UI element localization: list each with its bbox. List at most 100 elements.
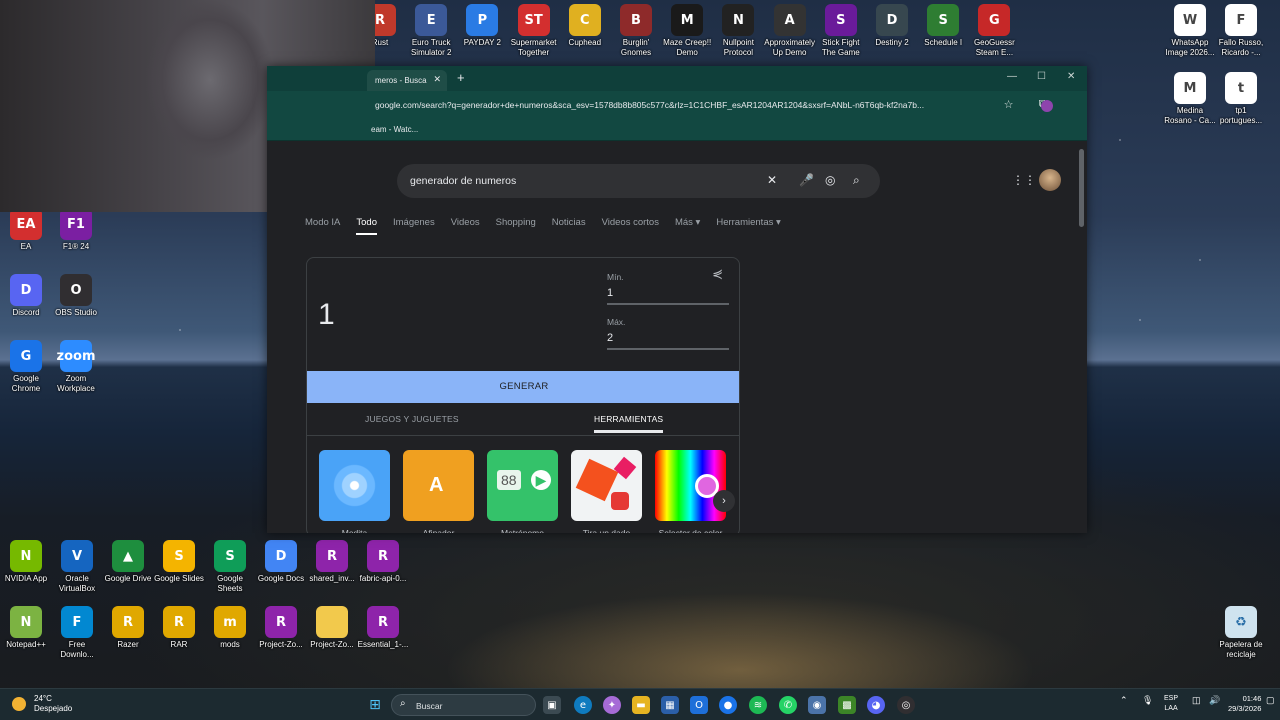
desktop-icon[interactable]: O OBS Studio [50,274,102,318]
close-window-icon[interactable]: ✕ [1067,71,1075,82]
desktop-icon[interactable]: S Google Slides [153,540,205,584]
desktop-icon[interactable]: Project-Zo... [306,606,358,650]
desktop-icon[interactable]: A Approximately Up Demo [764,4,816,58]
desktop-icon[interactable]: ▲ Google Drive [102,540,154,584]
search-icon[interactable]: ⌕ [853,173,860,188]
desktop-icon[interactable]: S Schedule I [917,4,969,48]
scrollbar-thumb[interactable] [1079,149,1084,227]
clear-search-icon[interactable]: ✕ [767,173,777,187]
desktop-icon[interactable]: W WhatsApp Image 2026... [1164,4,1216,58]
desktop-icon[interactable]: B Burglin' Gnomes [610,4,662,58]
desktop-icon[interactable]: M Maze Creep!! Demo [661,4,713,58]
desktop-icon[interactable]: F Free Downlo... [51,606,103,660]
task-view-icon[interactable]: ▣ [543,696,561,714]
desktop-icon[interactable]: R Project-Zo... [255,606,307,650]
desktop-icon[interactable]: ST Supermarket Together [508,4,560,58]
desktop-icon[interactable]: D Google Docs [255,540,307,584]
filter-tab[interactable]: Todo [356,217,377,235]
microphone-icon[interactable]: 🎙 [1142,695,1153,706]
page-scrollbar[interactable] [1077,141,1087,533]
notifications-icon[interactable]: ▢ [1266,695,1275,706]
filter-tab[interactable]: Noticias [552,217,586,235]
desktop-icon[interactable]: zoom Zoom Workplace [50,340,102,394]
app-icon[interactable]: ◉ [808,696,826,714]
desktop-icon[interactable]: D Destiny 2 [866,4,918,48]
spotify-icon[interactable]: ≋ [749,696,767,714]
filter-tab[interactable]: Videos [451,217,480,235]
desktop-icon[interactable]: Rfabric-api-0... [357,540,409,584]
search-query[interactable]: generador de numeros [410,175,516,187]
desktop-icon[interactable]: F Fallo Russo, Ricardo -... [1215,4,1267,58]
min-input[interactable]: 1 [607,287,729,305]
show-hidden-icons-icon[interactable]: ⌃ [1120,695,1128,706]
desktop-icon[interactable]: V Oracle VirtualBox [51,540,103,594]
avatar[interactable] [1039,169,1061,191]
store-icon[interactable]: ▦ [661,696,679,714]
copilot-icon[interactable]: ✦ [603,696,621,714]
desktop-icon[interactable]: E Euro Truck Simulator 2 [405,4,457,58]
desktop-icon[interactable]: Rshared_inv... [306,540,358,584]
minimize-icon[interactable]: — [1007,71,1017,82]
whatsapp-icon[interactable]: ✆ [779,696,797,714]
filter-tab[interactable]: Shopping [496,217,536,235]
desktop-icon[interactable]: N NVIDIA App [0,540,52,584]
desktop-icon[interactable]: F1 F1® 24 [50,208,102,252]
desktop-icon[interactable]: D Discord [0,274,52,318]
desktop-icon[interactable]: R Razer [102,606,154,650]
tab-tools[interactable]: HERRAMIENTAS [594,414,664,433]
language-indicator[interactable]: ESP LAA [1164,694,1178,714]
tab-games-toys[interactable]: JUEGOS Y JUGUETES [365,414,459,424]
url-field[interactable]: google.com/search?q=generador+de+numeros… [375,100,975,110]
maximize-icon[interactable]: ☐ [1037,71,1046,82]
desktop-icon[interactable]: G GeoGuessr Steam E... [968,4,1020,58]
filter-tab[interactable]: Más ▾ [675,217,700,235]
desktop-icon[interactable]: P PAYDAY 2 [456,4,508,48]
filter-tab[interactable]: Imágenes [393,217,435,235]
max-input[interactable]: 2 [607,332,729,350]
tool-card[interactable]: Medita [319,450,390,533]
tool-card[interactable]: 88 ▶ Metrónomo [487,450,558,533]
microphone-icon[interactable]: 🎤 [799,173,814,187]
filter-tab[interactable]: Herramientas ▾ [716,217,780,235]
close-tab-icon[interactable]: ✕ [433,74,441,85]
search-box[interactable]: generador de numeros ✕ 🎤 ◎ ⌕ [397,164,880,198]
minecraft-icon[interactable]: ▩ [838,696,856,714]
edge-icon[interactable]: e [574,696,592,714]
obs-icon[interactable]: ◎ [897,696,915,714]
carousel-next-icon[interactable]: › [713,490,735,512]
taskbar-search[interactable]: ⌕ Buscar [391,694,536,716]
filter-tab[interactable]: Modo IA [305,217,340,235]
tool-card[interactable]: A Afinador [403,450,474,533]
menu-icon[interactable]: ⋮ [1069,98,1087,111]
desktop-icon[interactable]: N Nullpoint Protocol [712,4,764,58]
bookmark-item[interactable]: eam - Watc... [371,125,418,134]
tool-card[interactable]: Selector de color [655,450,726,533]
filter-tab[interactable]: Videos cortos [602,217,659,235]
new-tab-icon[interactable]: + [457,70,465,85]
profile-icon[interactable] [1041,100,1053,112]
desktop-icon[interactable]: R RAR [153,606,205,650]
tab-google-search[interactable]: meros - Busca ✕ [367,70,447,91]
discord-icon[interactable]: ◕ [867,696,885,714]
desktop-icon[interactable]: M Medina Rosano - Ca... [1164,72,1216,126]
desktop-icon[interactable]: EA EA [0,208,52,252]
outlook-icon[interactable]: O [690,696,708,714]
volume-icon[interactable]: 🔊 [1209,695,1220,706]
desktop-icon[interactable]: N Notepad++ [0,606,52,650]
clock[interactable]: 01:46 29/3/2026 [1228,694,1261,714]
tool-card[interactable]: Tira un dado [571,450,642,533]
desktop-icon[interactable]: m mods [204,606,256,650]
desktop-icon[interactable]: R Essential_1-... [357,606,409,650]
desktop-icon[interactable]: S Google Sheets [204,540,256,594]
desktop-icon[interactable]: C Cuphead [559,4,611,48]
lens-icon[interactable]: ◎ [825,173,835,187]
generate-button[interactable]: GENERAR [307,371,739,403]
recycle-bin[interactable]: ♻ Papelera de reciclaje [1215,606,1267,660]
desktop-icon[interactable]: G Google Chrome [0,340,52,394]
windows-start-icon[interactable]: ⊞ [366,696,384,714]
desktop-icon[interactable]: t tp1 portugues... [1215,72,1267,126]
chrome-icon[interactable]: ● [719,696,737,714]
network-icon[interactable]: ◫ [1192,695,1201,706]
desktop-icon[interactable]: S Stick Fight The Game [815,4,867,58]
weather-widget[interactable]: 24°C Despejado [12,694,72,714]
